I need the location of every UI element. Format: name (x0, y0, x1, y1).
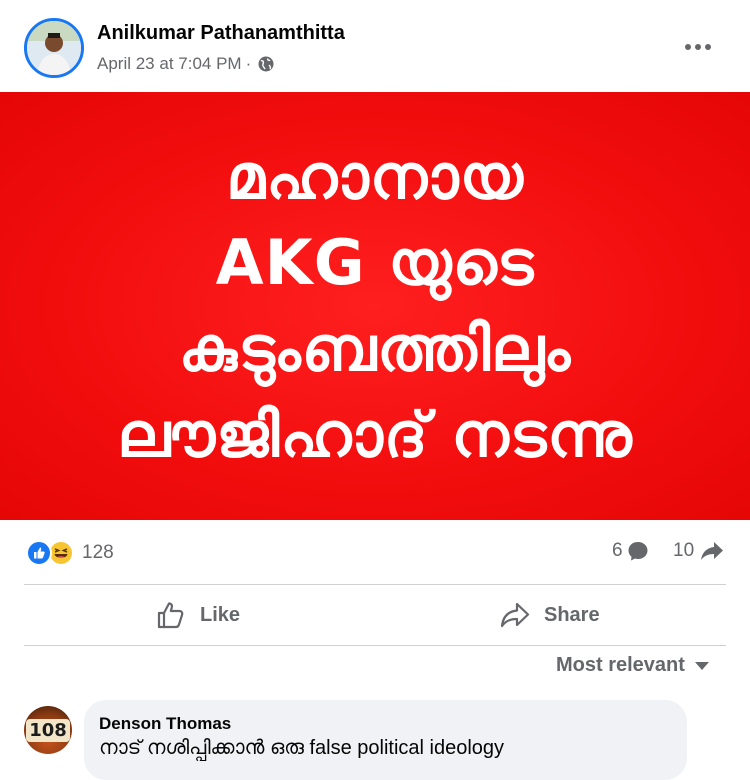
reactions-summary[interactable]: 128 (26, 540, 114, 566)
post-card: Anilkumar Pathanamthitta April 23 at 7:0… (0, 0, 750, 780)
share-label: Share (544, 603, 600, 626)
caret-down-icon (694, 661, 709, 670)
sort-label: Most relevant (556, 654, 685, 676)
reaction-count: 128 (82, 542, 114, 563)
post-stats: 128 6 10 (0, 520, 750, 584)
like-button[interactable]: Like (156, 588, 240, 642)
share-icon (500, 602, 530, 628)
shares-count-link[interactable]: 10 (673, 540, 725, 562)
more-horizontal-icon (685, 44, 711, 50)
author-name[interactable]: Anilkumar Pathanamthitta (97, 22, 345, 45)
commenter-avatar[interactable]: 108 (24, 706, 72, 754)
post-meta: April 23 at 7:04 PM · (97, 54, 275, 74)
like-reaction-icon (26, 540, 52, 566)
globe-icon (257, 55, 275, 73)
image-text-line: മഹാനായ (226, 140, 524, 213)
author-avatar[interactable] (24, 18, 84, 78)
image-text-line: കുടുംബത്തിലും (178, 312, 572, 385)
comment-text: നാട് നശിപ്പിക്കാൻ ഒരു false political id… (99, 737, 505, 759)
like-label: Like (200, 603, 241, 626)
comment-bubble-icon (628, 542, 648, 561)
comment-count: 6 (612, 540, 623, 561)
commenter-avatar-text: 108 (26, 718, 70, 742)
divider (24, 584, 726, 585)
share-arrow-icon (701, 542, 724, 560)
image-text-line: AKG യുടെ (215, 226, 535, 299)
comment-sort-dropdown[interactable]: Most relevant (556, 654, 709, 677)
commenter-name[interactable]: Denson Thomas (99, 714, 231, 734)
share-count: 10 (673, 540, 695, 561)
comments-count-link[interactable]: 6 (612, 540, 650, 562)
divider (24, 645, 726, 646)
post-timestamp[interactable]: April 23 at 7:04 PM (97, 54, 242, 74)
thumbs-up-icon (157, 602, 184, 629)
post-image[interactable]: മഹാനായ AKG യുടെ കുടുംബത്തിലും ലൗജിഹാദ് ന… (0, 92, 750, 520)
meta-separator: · (245, 54, 252, 73)
image-text-line: ലൗജിഹാദ് നടന്നു (117, 398, 633, 471)
post-header: Anilkumar Pathanamthitta April 23 at 7:0… (0, 0, 750, 92)
share-button[interactable]: Share (500, 588, 600, 642)
more-options-button[interactable] (676, 30, 720, 64)
